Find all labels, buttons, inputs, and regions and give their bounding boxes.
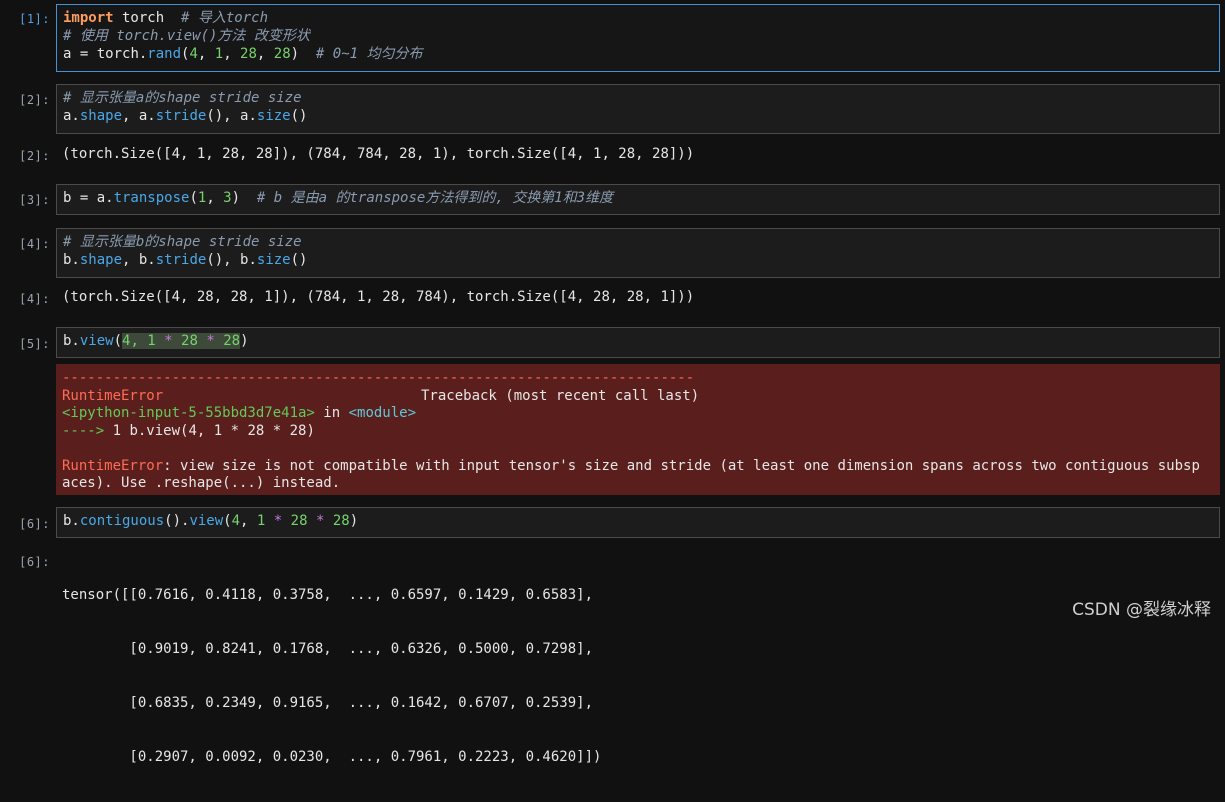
- cell-output-2: (torch.Size([4, 1, 28, 28]), (784, 784, …: [62, 146, 695, 162]
- error-arrow-line: ----> 1 b.view(4, 1 * 28 * 28): [62, 422, 315, 439]
- code-input-3[interactable]: b = a.transpose(1, 3) # b 是由a 的transpose…: [56, 184, 1220, 215]
- code-line: b.shape, b.stride(), b.size(): [63, 252, 308, 268]
- code-input-1[interactable]: import torch # 导入torch # 使用 torch.view()…: [56, 4, 1220, 72]
- error-header: RuntimeError Traceback (most recent call …: [62, 387, 700, 404]
- code-line: a.shape, a.stride(), a.size(): [63, 108, 308, 124]
- code-input-6[interactable]: b.contiguous().view(4, 1 * 28 * 28): [56, 507, 1220, 538]
- code-input-2[interactable]: # 显示张量a的shape stride size a.shape, a.str…: [56, 84, 1220, 134]
- tensor-row: tensor([[0.7616, 0.4118, 0.3758, ..., 0.…: [62, 587, 594, 603]
- code-line: # 使用 torch.view()方法 改变形状: [63, 28, 310, 44]
- cell-output-6: tensor([[0.7616, 0.4118, 0.3758, ..., 0.…: [62, 550, 601, 802]
- error-blank: [62, 440, 1220, 458]
- in-prompt-5: [5]:: [19, 337, 50, 351]
- tensor-row: [0.2907, 0.0092, 0.0230, ..., 0.7961, 0.…: [62, 749, 602, 765]
- tensor-row: [0.6835, 0.2349, 0.9165, ..., 0.1642, 0.…: [62, 695, 594, 711]
- code-input-4[interactable]: # 显示张量b的shape stride size b.shape, b.str…: [56, 228, 1220, 278]
- error-message: RuntimeError: view size is not compatibl…: [62, 457, 1200, 474]
- code-input-5[interactable]: b.view(4, 1 * 28 * 28): [56, 327, 1220, 358]
- error-location: <ipython-input-5-55bbd3d7e41a> in <modul…: [62, 405, 417, 421]
- error-message-cont: aces). Use .reshape(...) instead.: [62, 475, 341, 491]
- error-rule: ----------------------------------------…: [62, 370, 695, 386]
- watermark: CSDN @裂缘冰释: [1072, 600, 1211, 620]
- code-line: b.view(4, 1 * 28 * 28): [63, 333, 249, 349]
- code-line: import torch # 导入torch: [63, 10, 269, 26]
- code-line: # 显示张量b的shape stride size: [63, 234, 302, 250]
- in-prompt-6: [6]:: [19, 517, 50, 531]
- out-prompt-4: [4]:: [19, 292, 50, 306]
- in-prompt-2: [2]:: [19, 93, 50, 107]
- in-prompt-3: [3]:: [19, 193, 50, 207]
- in-prompt-4: [4]:: [19, 237, 50, 251]
- error-output: ----------------------------------------…: [56, 364, 1220, 495]
- out-prompt-2: [2]:: [19, 149, 50, 163]
- code-line: b.contiguous().view(4, 1 * 28 * 28): [63, 513, 359, 529]
- tensor-row: [0.9019, 0.8241, 0.1768, ..., 0.6326, 0.…: [62, 641, 594, 657]
- out-prompt-6: [6]:: [19, 555, 50, 569]
- in-prompt-1: [1]:: [19, 12, 50, 26]
- cell-output-4: (torch.Size([4, 28, 28, 1]), (784, 1, 28…: [62, 289, 695, 305]
- code-line: # 显示张量a的shape stride size: [63, 90, 302, 106]
- code-line: a = torch.rand(4, 1, 28, 28) # 0~1 均匀分布: [63, 46, 423, 62]
- code-line: b = a.transpose(1, 3) # b 是由a 的transpose…: [63, 190, 614, 206]
